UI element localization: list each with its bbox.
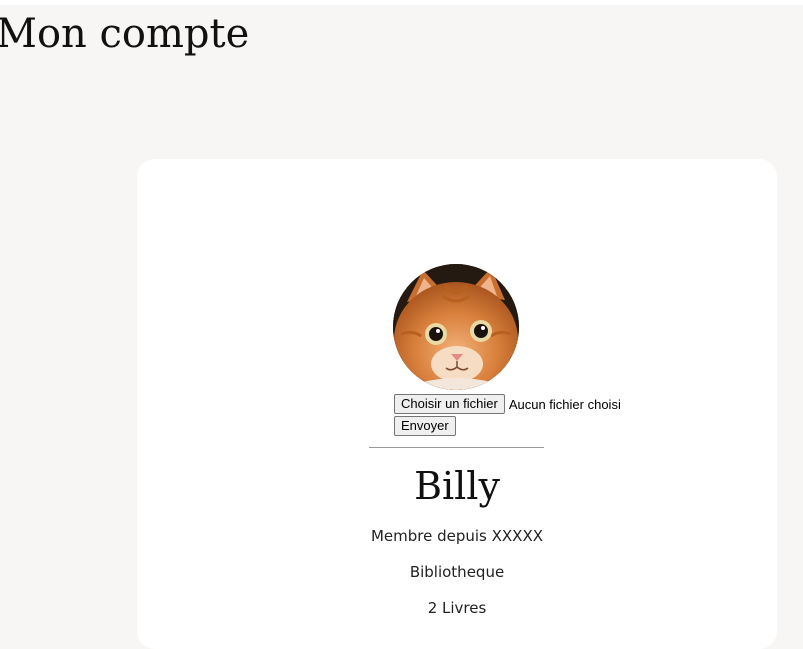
file-status-text: Aucun fichier choisi: [508, 396, 621, 412]
file-upload-row: Choisir un fichier Aucun fichier choisi: [394, 394, 621, 414]
account-card: Choisir un fichier Aucun fichier choisi …: [137, 159, 777, 649]
books-count-text: 2 Livres: [427, 599, 487, 617]
member-since-text: Membre depuis XXXXX: [370, 527, 544, 545]
top-strip: [0, 0, 803, 5]
library-link[interactable]: Bibliotheque: [137, 563, 777, 581]
username-heading: Billy: [414, 464, 500, 508]
choose-file-button[interactable]: Choisir un fichier: [394, 394, 505, 414]
submit-row: Envoyer: [394, 416, 456, 436]
cat-photo-icon: [393, 264, 519, 390]
submit-button[interactable]: Envoyer: [394, 416, 456, 436]
avatar: [393, 264, 519, 390]
divider: [369, 447, 544, 448]
page-title: Mon compte: [0, 11, 250, 57]
